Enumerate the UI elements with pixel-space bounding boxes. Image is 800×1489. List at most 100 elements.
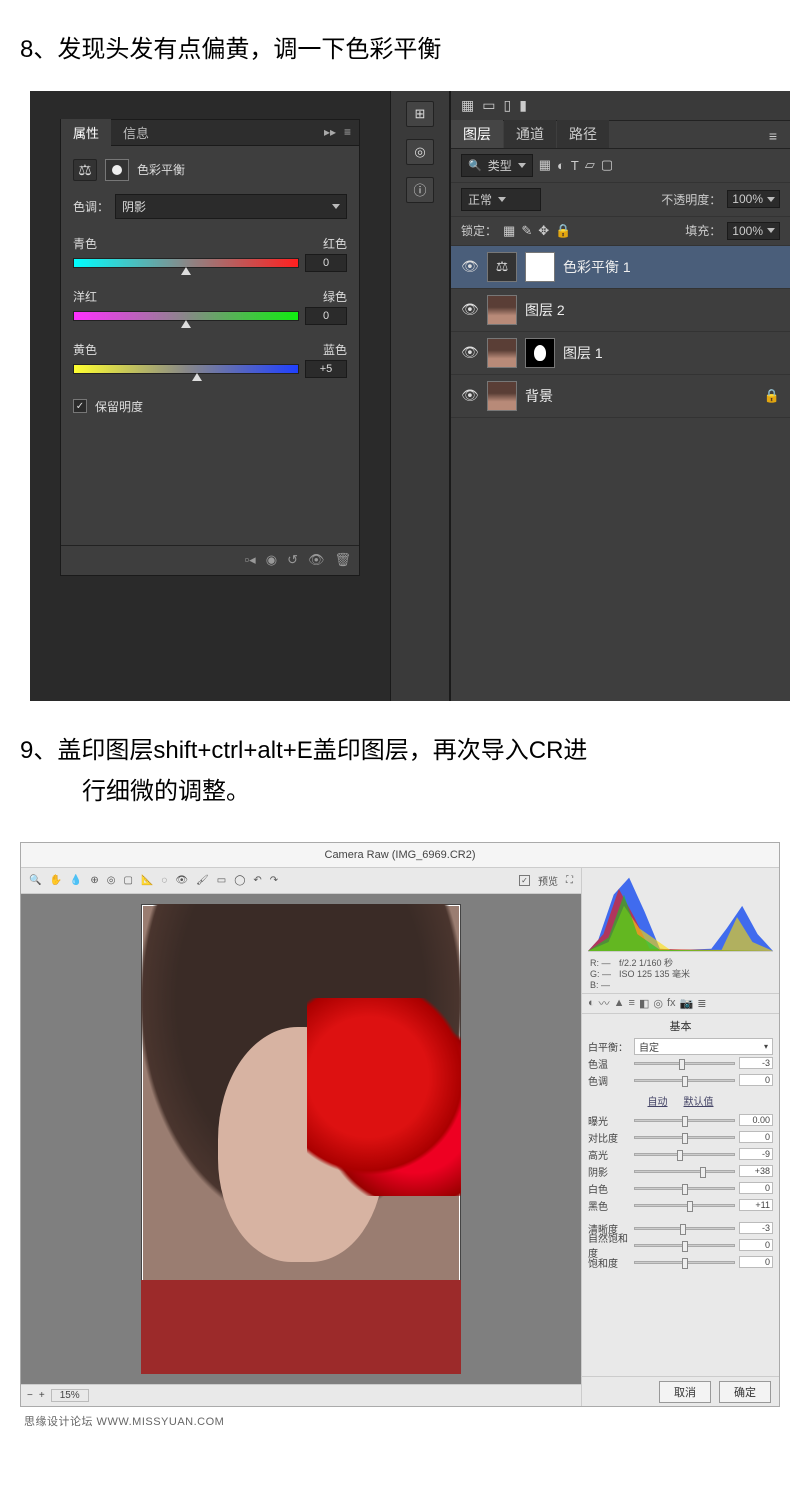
dock-icon-2[interactable]: ◎ — [406, 139, 434, 165]
blend-mode-select[interactable]: 正常 — [461, 188, 541, 211]
hand-tool-icon[interactable]: ✋ — [49, 875, 61, 886]
slider-knob[interactable] — [680, 1224, 686, 1235]
layer-name-label[interactable]: 背景 — [525, 386, 553, 406]
filter-type-icon[interactable]: T — [571, 158, 579, 173]
preview-checkbox[interactable]: ✓ — [519, 875, 530, 886]
straighten-icon[interactable]: 📐 — [141, 875, 153, 886]
cr-slider-track[interactable] — [634, 1136, 735, 1139]
tab-layers[interactable]: 图层 — [451, 120, 503, 148]
cr-slider-track[interactable] — [634, 1079, 735, 1082]
cr-slider-value[interactable]: +38 — [739, 1165, 773, 1177]
cr-slider-value[interactable]: -9 — [739, 1148, 773, 1160]
cr-slider-value[interactable]: +11 — [739, 1199, 773, 1211]
layer-mask-icon[interactable] — [105, 159, 129, 181]
cb-gradient-track[interactable] — [73, 311, 299, 321]
cr-slider-track[interactable] — [634, 1062, 735, 1065]
cr-tab-fx[interactable]: fx — [667, 997, 676, 1009]
layers-menu-icon[interactable]: ≡ — [757, 124, 789, 148]
layer-item[interactable]: 👁 图层 2 — [451, 289, 790, 332]
zoom-out-icon[interactable]: − — [27, 1390, 33, 1401]
dock-icon-1[interactable]: ⊞ — [406, 101, 434, 127]
slider-knob[interactable] — [679, 1059, 685, 1070]
cr-slider-track[interactable] — [634, 1187, 735, 1190]
radial-filter-icon[interactable]: ◯ — [234, 875, 245, 886]
cr-slider-track[interactable] — [634, 1119, 735, 1122]
slider-knob[interactable] — [682, 1258, 688, 1269]
tab-info[interactable]: 信息 — [111, 119, 161, 146]
zoom-value[interactable]: 15% — [51, 1389, 89, 1402]
filter-smart-icon[interactable]: ▢ — [601, 157, 613, 173]
tab-properties[interactable]: 属性 — [61, 119, 111, 146]
rotate-ccw-icon[interactable]: ↶ — [253, 875, 261, 886]
dock-icon-3[interactable]: ⓘ — [406, 177, 434, 203]
spot-removal-icon[interactable]: ◌ — [161, 875, 167, 886]
cr-auto-link[interactable]: 自动 — [648, 1093, 668, 1108]
visibility-eye-icon[interactable]: 👁 — [461, 344, 479, 361]
cr-slider-value[interactable]: -3 — [739, 1057, 773, 1069]
slider-knob[interactable] — [682, 1133, 688, 1144]
wb-tool-icon[interactable]: 💧 — [70, 875, 82, 886]
cr-tab-lens[interactable]: ◎ — [653, 997, 663, 1010]
slider-knob[interactable] — [181, 320, 191, 328]
slider-knob[interactable] — [181, 267, 191, 275]
fill-input[interactable]: 100% — [727, 222, 780, 240]
slider-knob[interactable] — [682, 1076, 688, 1087]
align-icon-2[interactable]: ▭ — [482, 97, 495, 114]
cr-slider-track[interactable] — [634, 1244, 735, 1247]
cr-wb-select[interactable]: 自定 ▾ — [634, 1038, 773, 1055]
reset-icon[interactable]: ↺ — [287, 552, 298, 568]
cr-slider-value[interactable]: 0 — [739, 1239, 773, 1251]
fullscreen-icon[interactable]: ⛶ — [566, 875, 573, 886]
slider-knob[interactable] — [682, 1241, 688, 1252]
layer-name-label[interactable]: 图层 2 — [525, 300, 565, 320]
lock-position-icon[interactable]: ✥ — [538, 223, 549, 239]
cancel-button[interactable]: 取消 — [659, 1381, 711, 1403]
rotate-cw-icon[interactable]: ↷ — [270, 875, 278, 886]
color-sampler-icon[interactable]: ⊕ — [90, 875, 98, 886]
layer-mask-thumb[interactable] — [525, 338, 555, 368]
slider-knob[interactable] — [700, 1167, 706, 1178]
cr-slider-value[interactable]: 0 — [739, 1256, 773, 1268]
cr-slider-track[interactable] — [634, 1153, 735, 1156]
layer-name-label[interactable]: 色彩平衡 1 — [563, 257, 631, 277]
cr-tab-split[interactable]: ◧ — [639, 997, 649, 1010]
slider-knob[interactable] — [682, 1116, 688, 1127]
zoom-in-icon[interactable]: + — [39, 1390, 45, 1401]
visibility-eye-icon[interactable]: 👁 — [461, 387, 479, 404]
layer-item[interactable]: 👁 背景 🔒 — [451, 375, 790, 418]
cr-tab-basic[interactable]: ◐ — [588, 997, 595, 1009]
align-icon-3[interactable]: ▯ — [503, 97, 511, 114]
cb-value-input[interactable]: +5 — [305, 360, 347, 378]
adj-brush-icon[interactable]: 🖌 — [196, 875, 209, 886]
tab-channels[interactable]: 通道 — [504, 120, 556, 148]
cr-slider-track[interactable] — [634, 1261, 735, 1264]
tone-select[interactable]: 阴影 — [115, 194, 347, 219]
eye-icon[interactable]: 👁 — [308, 552, 325, 568]
cr-slider-value[interactable]: 0.00 — [739, 1114, 773, 1126]
cr-slider-track[interactable] — [634, 1227, 735, 1230]
opacity-input[interactable]: 100% — [727, 190, 780, 208]
cb-value-input[interactable]: 0 — [305, 307, 347, 325]
cr-slider-value[interactable]: 0 — [739, 1182, 773, 1194]
cb-value-input[interactable]: 0 — [305, 254, 347, 272]
filter-shape-icon[interactable]: ▱ — [585, 157, 595, 173]
clip-to-layer-icon[interactable]: ▫◂ — [245, 552, 256, 568]
cr-canvas[interactable] — [21, 894, 581, 1384]
ok-button[interactable]: 确定 — [719, 1381, 771, 1403]
cr-tab-hsl[interactable]: ≡ — [629, 997, 635, 1009]
cr-tab-detail[interactable]: ▲ — [614, 997, 625, 1009]
cb-gradient-track[interactable] — [73, 364, 299, 374]
panel-menu-icon[interactable]: ≡ — [344, 125, 359, 139]
layer-mask-thumb[interactable] — [525, 252, 555, 282]
visibility-eye-icon[interactable]: 👁 — [461, 301, 479, 318]
cr-slider-value[interactable]: 0 — [739, 1074, 773, 1086]
toggle-visibility-icon[interactable]: ◉ — [266, 552, 277, 568]
align-icon-4[interactable]: ▮ — [519, 97, 527, 114]
lock-all-icon[interactable]: 🔒 — [555, 223, 571, 239]
redeye-icon[interactable]: 👁 — [175, 875, 188, 886]
slider-knob[interactable] — [687, 1201, 693, 1212]
delete-icon[interactable]: 🗑 — [334, 552, 351, 568]
tab-paths[interactable]: 路径 — [557, 120, 609, 148]
lock-transparent-icon[interactable]: ▦ — [503, 223, 515, 239]
layer-name-label[interactable]: 图层 1 — [563, 343, 603, 363]
